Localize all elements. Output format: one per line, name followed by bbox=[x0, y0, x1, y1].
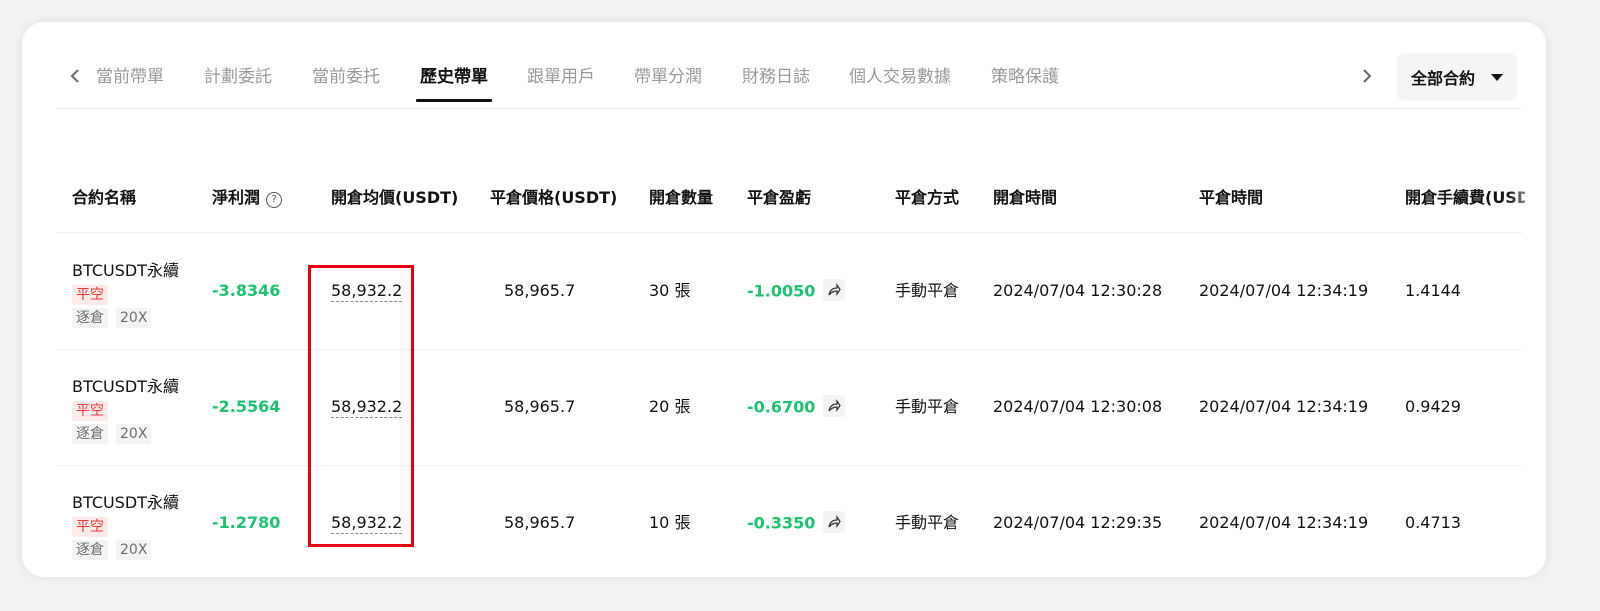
contract-filter-dropdown[interactable]: 全部合約 bbox=[1397, 53, 1517, 101]
tab-strategy-protection[interactable]: 策略保護 bbox=[991, 66, 1059, 88]
open-time: 2024/07/04 12:30:08 bbox=[993, 397, 1163, 416]
close-method: 手動平倉 bbox=[895, 281, 960, 300]
open-qty: 10 張 bbox=[649, 513, 691, 532]
tab-profit-share[interactable]: 帶單分潤 bbox=[634, 66, 702, 88]
tab-finance-log[interactable]: 財務日誌 bbox=[742, 66, 810, 88]
net-profit: -2.5564 bbox=[212, 397, 281, 416]
close-pnl: -0.6700 bbox=[747, 395, 846, 419]
share-icon[interactable] bbox=[823, 279, 846, 301]
col-open-qty: 開倉數量 bbox=[649, 188, 714, 207]
contract-symbol: BTCUSDT永續 bbox=[72, 377, 179, 396]
close-time: 2024/07/04 12:34:19 bbox=[1199, 281, 1369, 300]
tab-bar: 當前帶單 計劃委託 當前委托 歷史帶單 跟單用戶 帶單分潤 財務日誌 個人交易數… bbox=[56, 22, 1522, 109]
chevron-left-icon[interactable] bbox=[64, 65, 86, 87]
open-price: 58,932.2 bbox=[331, 397, 403, 418]
contract-symbol: BTCUSDT永續 bbox=[72, 261, 179, 280]
leverage-badge: 20X bbox=[116, 540, 152, 560]
col-close-time: 平倉時間 bbox=[1199, 188, 1264, 207]
side-badge: 平空 bbox=[72, 285, 108, 305]
tab-followers[interactable]: 跟單用戶 bbox=[527, 66, 595, 88]
open-time: 2024/07/04 12:30:28 bbox=[993, 281, 1163, 300]
contract-filter-label: 全部合約 bbox=[1411, 69, 1476, 88]
open-qty: 30 張 bbox=[649, 281, 691, 300]
table-header: 合約名稱 淨利潤? 開倉均價(USDT) 平倉價格(USDT) 開倉數量 平倉盈… bbox=[56, 162, 1525, 233]
scroll-fade bbox=[1506, 162, 1546, 232]
tab-current-orders[interactable]: 當前委托 bbox=[312, 66, 380, 88]
margin-mode-badge: 逐倉 bbox=[72, 424, 108, 444]
close-time: 2024/07/04 12:34:19 bbox=[1199, 397, 1369, 416]
col-net-profit: 淨利潤? bbox=[212, 188, 283, 208]
open-qty: 20 張 bbox=[649, 397, 691, 416]
tab-lead-history[interactable]: 歷史帶單 bbox=[416, 66, 492, 102]
margin-mode-badge: 逐倉 bbox=[72, 308, 108, 328]
close-price: 58,965.7 bbox=[504, 397, 576, 416]
col-close-method: 平倉方式 bbox=[895, 188, 960, 207]
order-history-card: 當前帶單 計劃委託 當前委托 歷史帶單 跟單用戶 帶單分潤 財務日誌 個人交易數… bbox=[22, 22, 1546, 577]
open-fee: 1.4144 bbox=[1405, 281, 1461, 300]
table-row[interactable]: BTCUSDT永續 平空 逐倉 20X -2.5564 58,932.2 58,… bbox=[56, 349, 1522, 466]
tab-plan-orders[interactable]: 計劃委託 bbox=[204, 66, 272, 88]
tab-personal-trade-data[interactable]: 個人交易數據 bbox=[849, 66, 951, 88]
close-price: 58,965.7 bbox=[504, 513, 576, 532]
close-time: 2024/07/04 12:34:19 bbox=[1199, 513, 1369, 532]
net-profit: -3.8346 bbox=[212, 281, 281, 300]
contract-symbol: BTCUSDT永續 bbox=[72, 493, 179, 512]
margin-mode-badge: 逐倉 bbox=[72, 540, 108, 560]
tab-current-lead-orders[interactable]: 當前帶單 bbox=[96, 66, 164, 88]
open-time: 2024/07/04 12:29:35 bbox=[993, 513, 1163, 532]
help-icon[interactable]: ? bbox=[266, 192, 283, 208]
open-fee: 0.4713 bbox=[1405, 513, 1461, 532]
chevron-right-icon[interactable] bbox=[1356, 65, 1378, 87]
col-open-time: 開倉時間 bbox=[993, 188, 1058, 207]
leverage-badge: 20X bbox=[116, 424, 152, 444]
close-price: 58,965.7 bbox=[504, 281, 576, 300]
side-badge: 平空 bbox=[72, 517, 108, 537]
close-pnl: -1.0050 bbox=[747, 279, 846, 303]
col-close-price: 平倉價格(USDT) bbox=[490, 188, 618, 207]
col-open-price: 開倉均價(USDT) bbox=[331, 188, 459, 207]
share-icon[interactable] bbox=[823, 511, 846, 533]
caret-down-icon bbox=[1491, 74, 1503, 81]
close-method: 手動平倉 bbox=[895, 397, 960, 416]
net-profit: -1.2780 bbox=[212, 513, 281, 532]
side-badge: 平空 bbox=[72, 401, 108, 421]
open-price: 58,932.2 bbox=[331, 281, 403, 302]
col-contract: 合約名稱 bbox=[72, 188, 137, 207]
share-icon[interactable] bbox=[823, 395, 846, 417]
close-method: 手動平倉 bbox=[895, 513, 960, 532]
table-row[interactable]: BTCUSDT永續 平空 逐倉 20X -3.8346 58,932.2 58,… bbox=[56, 233, 1522, 350]
open-fee: 0.9429 bbox=[1405, 397, 1461, 416]
leverage-badge: 20X bbox=[116, 308, 152, 328]
close-pnl: -0.3350 bbox=[747, 511, 846, 535]
table-row[interactable]: BTCUSDT永續 平空 逐倉 20X -1.2780 58,932.2 58,… bbox=[56, 465, 1522, 577]
open-price: 58,932.2 bbox=[331, 513, 403, 534]
col-close-pnl: 平倉盈虧 bbox=[747, 188, 812, 207]
